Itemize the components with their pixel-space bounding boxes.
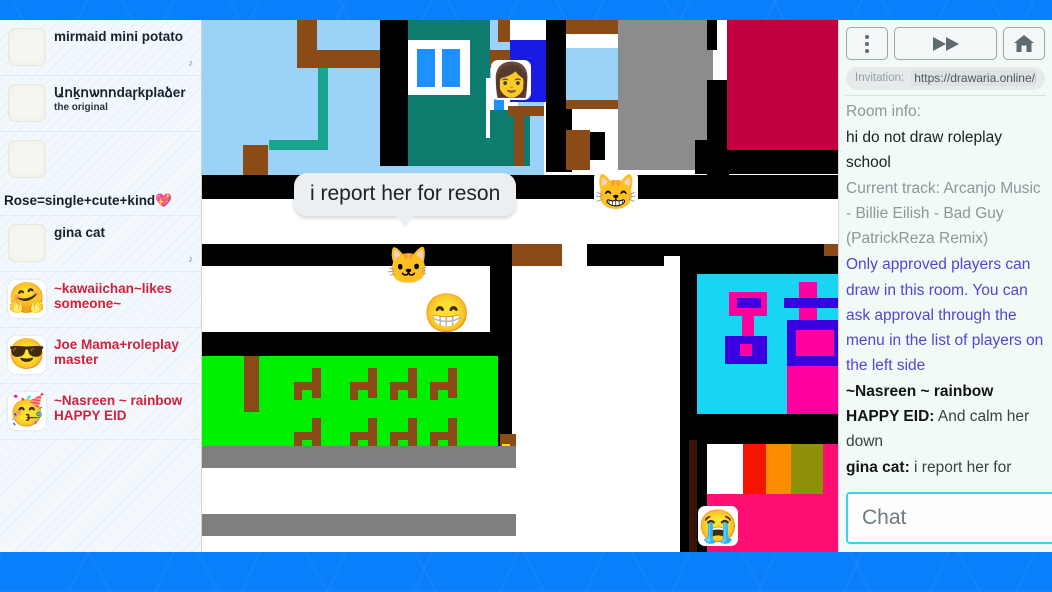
canvas-shape-desk: [350, 382, 358, 400]
chat-messages[interactable]: Room info: hi do not draw roleplay schoo…: [839, 99, 1052, 486]
approval-notice-text: Only approved players can draw in this r…: [846, 256, 1044, 374]
avatar-token-crying[interactable]: 😭: [698, 506, 738, 546]
player-name: mirmaid mini potato: [54, 29, 184, 44]
canvas-shape-flag-white: [707, 444, 743, 494]
player-list-item[interactable]: mirmaid mini potato ♪: [0, 20, 201, 76]
canvas-shape-pipe: [318, 68, 328, 150]
blank-avatar-icon: [8, 224, 46, 262]
canvas-shape-shape-pink: [787, 366, 838, 414]
speech-bubble-text: i report her for reson: [310, 182, 501, 205]
canvas-shape-wall-gap: [664, 256, 680, 552]
player-name: Rose=single+cute+kind💖: [4, 193, 172, 208]
canvas-shape-board-panel: [442, 49, 460, 87]
menu-button[interactable]: [846, 27, 888, 60]
avatar-token-teacher[interactable]: 👩: [491, 60, 531, 100]
invitation-bar[interactable]: Invitation: https://drawaria.online/roo: [846, 67, 1045, 90]
blank-avatar-icon: [8, 140, 46, 178]
chat-message: gina cat: i report her for reson: [846, 455, 1045, 486]
speech-bubble: i report her for reson: [294, 173, 517, 216]
player-list-item[interactable]: 🤗 ~kawaiichan~likes someone~: [0, 272, 201, 328]
canvas-shape-post: [244, 356, 259, 412]
canvas-shape-locker: [590, 132, 605, 160]
canvas-shape-floor-strip: [202, 446, 516, 468]
home-icon: [1014, 34, 1034, 52]
player-list-item[interactable]: 😎 Joe Mama+roleplay master: [0, 328, 201, 384]
canvas-shape-window-sill: [566, 100, 618, 109]
canvas-shape-flag-red: [743, 444, 766, 494]
canvas-shape-pipe: [269, 140, 328, 150]
player-subtitle: HAPPY EID: [54, 408, 127, 424]
canvas-shape-shape-blue: [737, 298, 761, 308]
invitation-label: Invitation:: [855, 72, 905, 85]
menu-icon: [865, 34, 869, 53]
fast-forward-icon: [932, 36, 959, 51]
player-list-item[interactable]: Աոḵոѡոոdаɼkplaձer the original: [0, 76, 201, 132]
chat-message-author: gina cat:: [846, 459, 910, 477]
player-list-item[interactable]: gina cat ♪: [0, 216, 201, 272]
game-window: mirmaid mini potato ♪ Աոḵոѡոոdаɼkplaձer …: [0, 20, 1052, 552]
avatar-token-cool-cat[interactable]: 😸: [594, 171, 638, 215]
canvas-shape-wall: [380, 20, 408, 166]
canvas-shape-hallway: [618, 20, 695, 50]
canvas-shape-cabinet: [566, 130, 590, 170]
canvas-shape-desk-leg: [514, 106, 524, 166]
canvas-shape-window-glass: [566, 48, 618, 100]
player-name: Աոḵոѡոոdаɼkplaձer: [54, 85, 186, 100]
canvas-shape-desk: [294, 382, 302, 400]
canvas-shape-desk: [390, 382, 398, 400]
canvas-shape-door: [512, 244, 562, 266]
canvas-shape-floor-strip: [202, 514, 516, 536]
canvas-shape-window: [566, 34, 618, 48]
player-list-item[interactable]: Rose=single+cute+kind💖: [0, 132, 201, 216]
current-track-text: Current track: Arcanjo Music - Billie Ei…: [846, 180, 1041, 248]
blank-avatar-icon: [8, 28, 46, 66]
player-list-item[interactable]: 🥳 ~Nasreen ~ rainbow HAPPY EID: [0, 384, 201, 440]
canvas-shape-shape-blue: [784, 298, 838, 308]
player-name: ~kawaiichan~likes someone~: [54, 281, 172, 312]
music-note-icon: ♪: [188, 58, 193, 69]
canvas-shape-desk: [430, 382, 438, 400]
canvas-shape-flag-pink: [823, 444, 838, 494]
canvas-shape-wall: [707, 20, 717, 50]
chat-input-area: [839, 486, 1052, 552]
home-button[interactable]: [1003, 27, 1045, 60]
canvas-shape-wall: [202, 244, 547, 266]
player-subtitle: the original: [54, 102, 108, 114]
player-name: Joe Mama+roleplay master: [54, 337, 179, 368]
players-list-panel[interactable]: mirmaid mini potato ♪ Աոḵոѡոոdаɼkplaձer …: [0, 20, 202, 552]
canvas-shape-flag-orange: [766, 444, 791, 494]
player-avatar: 🤗: [8, 280, 46, 318]
canvas-shape-flag-olive: [791, 444, 823, 494]
invitation-url[interactable]: https://drawaria.online/roo: [911, 70, 1036, 87]
canvas-shape-shape-pink: [740, 344, 752, 356]
canvas-shape-shape-pink: [742, 316, 754, 338]
sidebar-divider: [845, 94, 1046, 96]
player-avatar: 😎: [8, 336, 46, 374]
canvas-shape-wall: [723, 150, 838, 174]
chat-message: ~Nasreen ~ rainbow HAPPY EID: And calm h…: [846, 379, 1045, 454]
player-name: ~Nasreen ~ rainbow: [54, 393, 183, 408]
avatar-token-cat[interactable]: 🐱: [386, 246, 426, 286]
drawing-canvas[interactable]: 👩 😸 i report her for reson 🐱 😁 😭: [202, 20, 838, 552]
canvas-shape-shadow: [689, 440, 697, 552]
player-name: gina cat: [54, 225, 106, 240]
canvas-shape-shape-pink: [796, 330, 834, 356]
canvas-shape-red-room: [727, 20, 838, 166]
canvas-shape-wall: [498, 20, 510, 42]
room-info-label: Room info:: [846, 102, 921, 120]
room-sidebar: Invitation: https://drawaria.online/roo …: [838, 20, 1052, 552]
chat-input[interactable]: [846, 492, 1052, 544]
music-note-icon: ♪: [188, 254, 193, 265]
skip-button[interactable]: [894, 27, 997, 60]
avatar-token-grin[interactable]: 😁: [423, 292, 467, 336]
canvas-shape-board-panel: [417, 49, 435, 87]
canvas-shape-window: [510, 20, 546, 40]
blank-avatar-icon: [8, 84, 46, 122]
room-info-text: hi do not draw roleplay school: [846, 128, 1002, 171]
canvas-shape-window-frame: [566, 20, 618, 34]
sidebar-toolbar: [839, 20, 1052, 64]
player-avatar: 🥳: [8, 392, 46, 430]
canvas-shape-classroom: [490, 110, 530, 166]
